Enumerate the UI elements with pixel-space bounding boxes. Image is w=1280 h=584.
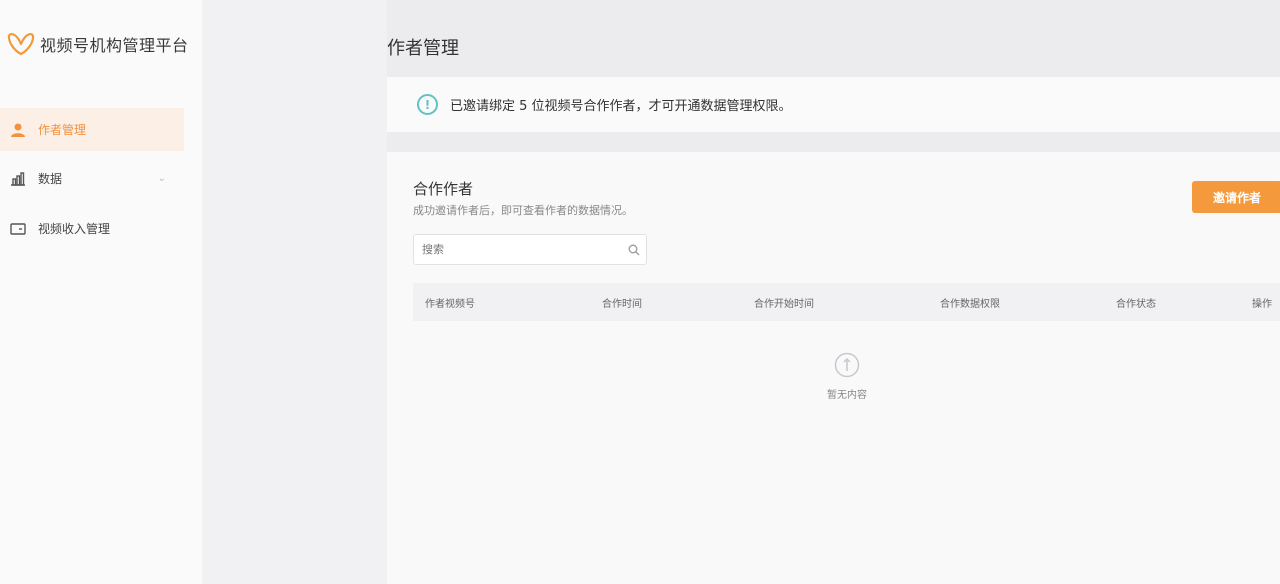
- app-logo: 视频号机构管理平台: [6, 30, 189, 58]
- column-header: 操作: [1252, 299, 1272, 310]
- cooperating-authors-card: 合作作者 成功邀请作者后，即可查看作者的数据情况。 邀请作者 作者视频号 合作时…: [387, 152, 1280, 584]
- bar-chart-icon: [9, 170, 27, 188]
- chevron-down-icon: ⌄: [157, 173, 166, 184]
- empty-state: 暂无内容: [387, 352, 1280, 401]
- empty-text: 暂无内容: [827, 390, 867, 401]
- sidebar-item-label: 数据: [38, 172, 63, 186]
- card-title: 合作作者: [413, 180, 474, 198]
- column-header: 合作数据权限: [940, 299, 1000, 310]
- notice-text: 已邀请绑定 5 位视频号合作作者，才可开通数据管理权限。: [450, 99, 792, 114]
- search-field: [413, 234, 647, 265]
- page-title: 作者管理: [387, 38, 459, 59]
- app-name: 视频号机构管理平台: [40, 36, 189, 55]
- sidebar-item-video-income[interactable]: 视频收入管理: [0, 207, 184, 250]
- table-header: 作者视频号 合作时间 合作开始时间 合作数据权限 合作状态 操作: [413, 283, 1280, 321]
- search-input[interactable]: [414, 235, 622, 264]
- butterfly-logo-icon: [7, 33, 35, 56]
- info-icon: !: [417, 94, 438, 115]
- empty-icon: [834, 352, 860, 378]
- column-header: 合作状态: [1116, 299, 1156, 310]
- user-icon: [9, 121, 27, 139]
- card-subtitle: 成功邀请作者后，即可查看作者的数据情况。: [413, 204, 633, 217]
- notice-banner: ! 已邀请绑定 5 位视频号合作作者，才可开通数据管理权限。: [387, 77, 1280, 132]
- sidebar-item-author-management[interactable]: 作者管理: [0, 108, 184, 151]
- content-gutter: [202, 0, 387, 584]
- column-header: 合作时间: [602, 299, 642, 310]
- invite-author-button[interactable]: 邀请作者: [1192, 181, 1280, 213]
- card-icon: [9, 220, 27, 238]
- column-header: 合作开始时间: [754, 299, 814, 310]
- search-icon[interactable]: [622, 244, 646, 256]
- column-header: 作者视频号: [425, 299, 475, 310]
- sidebar-item-label: 视频收入管理: [38, 222, 111, 236]
- sidebar-item-label: 作者管理: [38, 123, 87, 137]
- sidebar-item-data[interactable]: 数据 ⌄: [0, 157, 184, 200]
- sidebar: 视频号机构管理平台 作者管理 数据 ⌄ 视频收入管理: [0, 0, 202, 584]
